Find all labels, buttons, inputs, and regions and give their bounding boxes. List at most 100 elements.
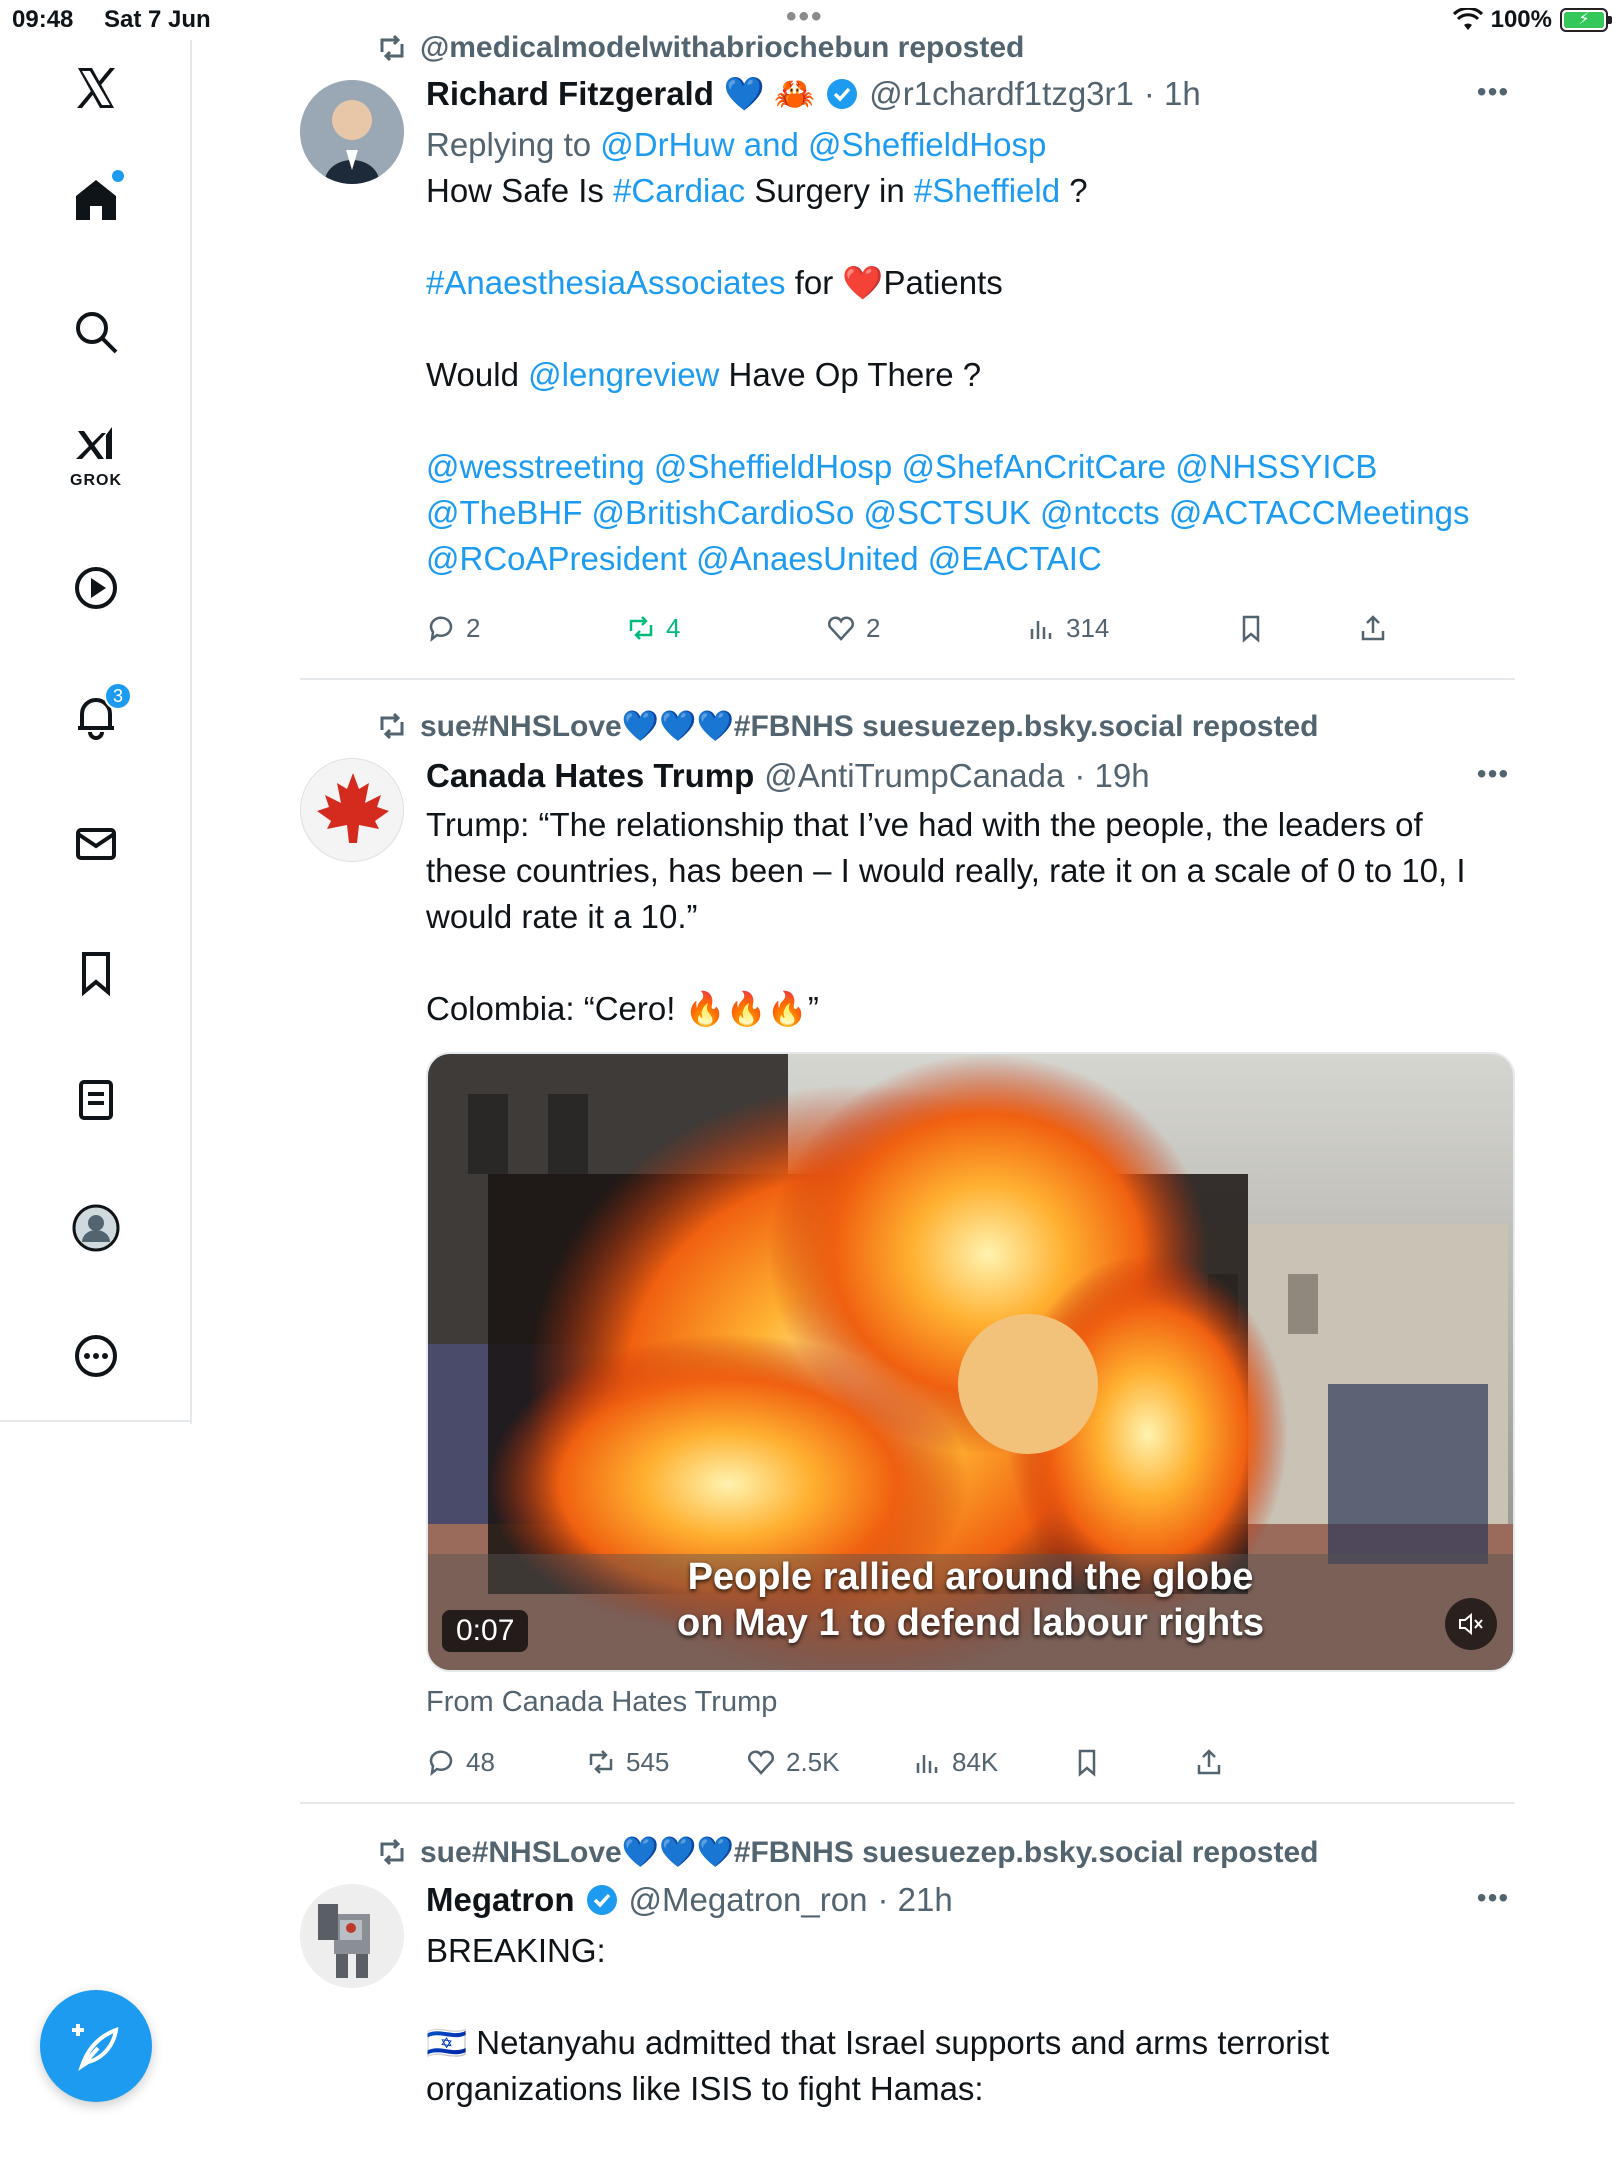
- tweet-actions: 2 4 2 314: [426, 606, 1426, 650]
- tweet-body: Trump: “The relationship that I’ve had w…: [426, 802, 1516, 1032]
- author-handle[interactable]: @r1chardf1tzg3r1: [869, 75, 1134, 113]
- share-button[interactable]: [1194, 1740, 1224, 1784]
- lists-icon[interactable]: [56, 1060, 136, 1140]
- tweet-header: Megatron @Megatron_ron · 21h: [426, 1878, 953, 1922]
- bookmark-button[interactable]: [1072, 1740, 1102, 1784]
- text-line: organizations like ISIS to fight Hamas:: [426, 2070, 984, 2107]
- repost-icon: [380, 712, 404, 740]
- text-line: Colombia: “Cero! 🔥🔥🔥”: [426, 990, 819, 1027]
- repost-icon: [380, 34, 404, 62]
- grok-icon[interactable]: GROK: [56, 416, 136, 496]
- tweet-time: · 21h: [877, 1881, 953, 1918]
- text-line: 🇮🇱 Netanyahu admitted that Israel suppor…: [426, 2024, 1330, 2061]
- like-count: 2: [866, 612, 881, 643]
- tweet-body: BREAKING: 🇮🇱 Netanyahu admitted that Isr…: [426, 1928, 1516, 2112]
- share-icon: [1197, 1749, 1221, 1775]
- video-player[interactable]: People rallied around the globe on May 1…: [426, 1052, 1515, 1672]
- search-icon[interactable]: [56, 292, 136, 372]
- author-avatar[interactable]: [300, 1884, 404, 1988]
- bookmark-icon: [1078, 1749, 1096, 1777]
- hashtag-link[interactable]: #Cardiac: [613, 172, 745, 209]
- author-name[interactable]: Megatron: [426, 1881, 575, 1919]
- like-button[interactable]: 2: [826, 606, 880, 650]
- reply-button[interactable]: 48: [426, 1740, 495, 1784]
- messages-envelope-icon[interactable]: [56, 804, 136, 884]
- text-line: Would @lengreview Have Op There ?: [426, 356, 982, 393]
- tweet-divider: [300, 1802, 1515, 1804]
- mentions-line[interactable]: @wesstreeting @SheffieldHosp @ShefAnCrit…: [426, 444, 1516, 490]
- views-chart-icon: [1030, 621, 1052, 639]
- mentions-line[interactable]: @TheBHF @BritishCardioSo @SCTSUK @ntccts…: [426, 490, 1516, 536]
- reply-count: 48: [466, 1746, 495, 1777]
- home-new-dot: [112, 170, 124, 182]
- mention-link[interactable]: @DrHuw: [600, 126, 734, 163]
- author-avatar[interactable]: [300, 758, 404, 862]
- heart-icon: [748, 1750, 774, 1775]
- repost-by-text: sue#NHSLove💙💙💙#FBNHS suesuezep.bsky.soci…: [420, 1835, 1319, 1869]
- notifications-badge: 3: [104, 682, 132, 710]
- view-count: 314: [1066, 612, 1110, 643]
- tweet-divider: [300, 678, 1515, 680]
- repost-count: 545: [626, 1746, 670, 1777]
- mention-link[interactable]: @lengreview: [528, 356, 719, 393]
- verified-badge-icon: [586, 1885, 617, 1915]
- repost-button[interactable]: 4: [626, 606, 680, 650]
- author-name[interactable]: Richard Fitzgerald: [426, 75, 714, 113]
- tweet-time: · 19h: [1074, 757, 1150, 794]
- text-line: How Safe Is #Cardiac Surgery in #Sheffie…: [426, 172, 1088, 209]
- text-line: BREAKING:: [426, 1932, 606, 1969]
- tweet-time: · 1h: [1143, 75, 1201, 112]
- video-source[interactable]: From Canada Hates Trump: [426, 1686, 777, 1719]
- sidebar-divider: [0, 1420, 192, 1422]
- more-icon[interactable]: •••: [1471, 1884, 1515, 1932]
- compose-post-button[interactable]: [40, 1990, 152, 2102]
- author-handle[interactable]: @AntiTrumpCanada: [764, 757, 1064, 795]
- bookmark-icon: [1242, 615, 1260, 643]
- repost-button[interactable]: 545: [586, 1740, 669, 1784]
- more-icon[interactable]: •••: [1471, 78, 1515, 126]
- share-button[interactable]: [1358, 606, 1388, 650]
- video-play-icon[interactable]: [56, 548, 136, 628]
- text-line: #AnaesthesiaAssociates for ❤️Patients: [426, 264, 1003, 301]
- repost-indicator: sue#NHSLove💙💙💙#FBNHS suesuezep.bsky.soci…: [376, 1832, 1318, 1872]
- hashtag-link[interactable]: #Sheffield: [914, 172, 1060, 209]
- repost-icon: [380, 1838, 404, 1866]
- grok-label: GROK: [70, 472, 122, 489]
- mention-link[interactable]: @SheffieldHosp: [808, 126, 1046, 163]
- bookmark-button[interactable]: [1236, 606, 1266, 650]
- like-button[interactable]: 2.5K: [746, 1740, 840, 1784]
- hashtag-link[interactable]: #AnaesthesiaAssociates: [426, 264, 786, 301]
- reply-button[interactable]: 2: [426, 606, 480, 650]
- video-time-badge: 0:07: [442, 1610, 529, 1652]
- battery-icon: ⚡: [1560, 8, 1612, 32]
- reply-icon: [429, 1750, 453, 1776]
- more-options-icon[interactable]: [56, 1316, 136, 1396]
- author-name[interactable]: Canada Hates Trump: [426, 757, 754, 795]
- mute-button[interactable]: [1445, 1598, 1497, 1650]
- repost-icon: [629, 616, 653, 640]
- video-caption-line: on May 1 to defend labour rights: [677, 1602, 1264, 1644]
- author-avatar[interactable]: [300, 80, 404, 184]
- x-logo-icon[interactable]: [56, 48, 136, 128]
- timeline: @medicalmodelwithabriochebun reposted Ri…: [300, 0, 1515, 2160]
- author-handle[interactable]: @Megatron_ron: [629, 1881, 868, 1919]
- repost-by-text: sue#NHSLove💙💙💙#FBNHS suesuezep.bsky.soci…: [420, 709, 1319, 743]
- author-name-emoji: 💙 🦀: [723, 74, 816, 112]
- tweet-header: Richard Fitzgerald 💙 🦀 @r1chardf1tzg3r1 …: [426, 72, 1201, 116]
- views-button[interactable]: 84K: [912, 1740, 998, 1784]
- notifications-bell-icon[interactable]: 3: [56, 676, 136, 756]
- repost-count: 4: [666, 612, 681, 643]
- views-button[interactable]: 314: [1026, 606, 1109, 650]
- text-line: Trump: “The relationship that I’ve had w…: [426, 806, 1423, 843]
- status-date: Sat 7 Jun: [104, 6, 211, 33]
- home-icon[interactable]: [56, 160, 136, 240]
- bookmarks-icon[interactable]: [56, 932, 136, 1012]
- compose-feather-icon: [72, 2024, 119, 2071]
- profile-avatar-icon[interactable]: [56, 1188, 136, 1268]
- view-count: 84K: [952, 1746, 999, 1777]
- mentions-line[interactable]: @RCoAPresident @AnaesUnited @EACTAIC: [426, 536, 1516, 582]
- views-chart-icon: [916, 1755, 938, 1773]
- video-caption-line: People rallied around the globe: [687, 1556, 1254, 1598]
- tweet-body: Replying to @DrHuw and @SheffieldHosp Ho…: [426, 122, 1516, 582]
- text-line: would rate it a 10.”: [426, 898, 698, 935]
